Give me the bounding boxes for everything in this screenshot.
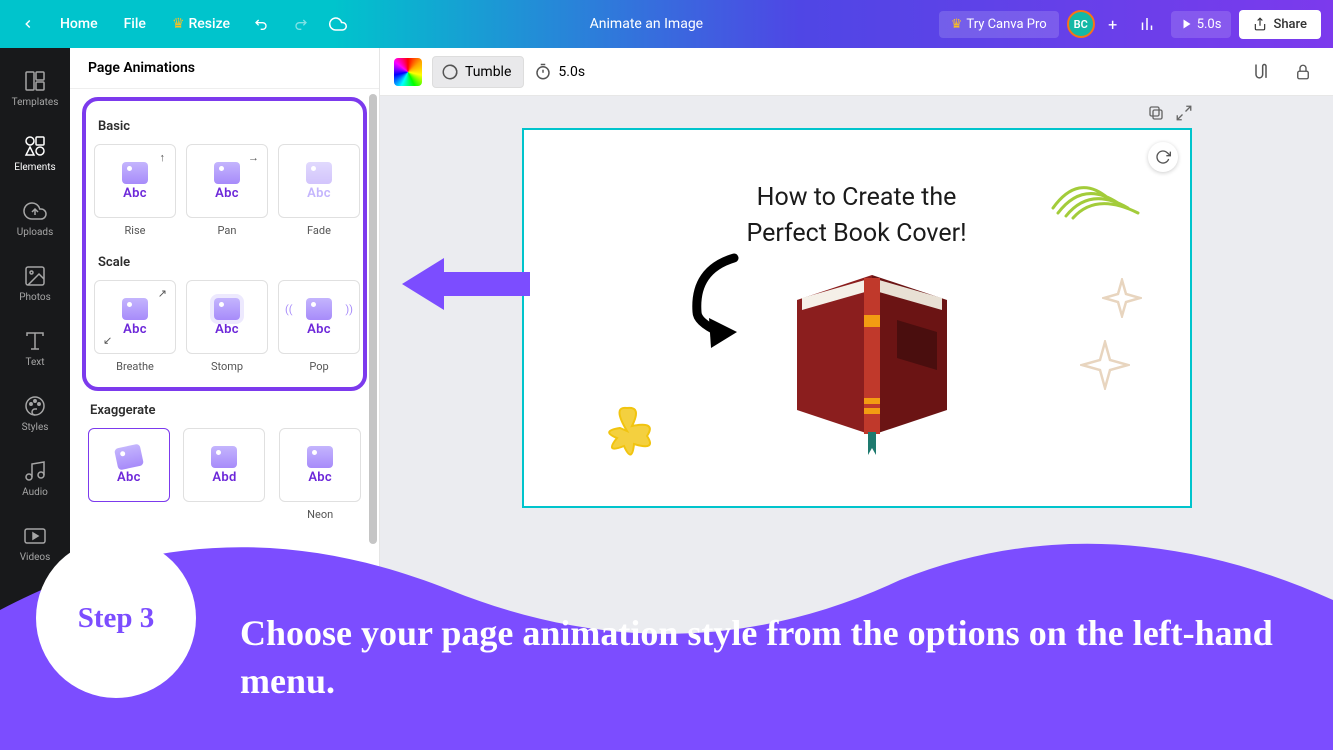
try-pro-label: Try Canva Pro — [966, 17, 1046, 32]
tutorial-arrow-icon — [402, 254, 532, 314]
rail-photos[interactable]: Photos — [0, 251, 70, 316]
animations-panel: Page Animations Basic Abc↑ Rise Abc→ Pan… — [70, 48, 380, 750]
flower-decoration — [592, 396, 662, 466]
category-exaggerate: Exaggerate — [90, 403, 359, 418]
rail-audio[interactable]: Audio — [0, 446, 70, 511]
file-label: File — [124, 16, 146, 32]
file-menu[interactable]: File — [114, 10, 156, 38]
expand-page-icon[interactable] — [1175, 104, 1193, 126]
animation-selector[interactable]: Tumble — [432, 56, 524, 88]
animation-tumble[interactable]: Abc Tumble — [86, 428, 172, 521]
top-toolbar: Home File ♛Resize Animate an Image ♛Try … — [0, 0, 1333, 48]
rail-label: Audio — [22, 487, 48, 498]
home-label: Home — [60, 16, 98, 32]
sparkle-icon — [1080, 340, 1130, 390]
crown-icon: ♛ — [172, 16, 185, 32]
color-picker-button[interactable] — [394, 58, 422, 86]
duplicate-page-icon[interactable] — [1147, 104, 1165, 126]
home-button[interactable]: Home — [50, 10, 108, 38]
left-rail: Templates Elements Uploads Photos Text S… — [0, 48, 70, 750]
animation-item[interactable]: Abd · — [182, 428, 268, 521]
rail-label: Photos — [19, 292, 51, 303]
duration-control[interactable]: 5.0s — [534, 63, 585, 81]
replay-animation-button[interactable] — [1148, 142, 1178, 172]
design-canvas[interactable]: How to Create the Perfect Book Cover! — [522, 128, 1192, 508]
cloud-sync-icon[interactable] — [322, 8, 354, 40]
book-illustration — [772, 260, 972, 460]
animation-name-label: Tumble — [465, 64, 511, 80]
rail-label: Videos — [20, 552, 51, 563]
rail-videos[interactable]: Videos — [0, 511, 70, 576]
redo-button[interactable] — [284, 8, 316, 40]
animation-rise[interactable]: Abc↑ Rise — [94, 144, 176, 237]
rail-label: Styles — [22, 422, 49, 433]
animation-pop[interactable]: (())Abc Pop — [278, 280, 360, 373]
styles-button[interactable] — [1245, 56, 1277, 88]
rail-elements[interactable]: Elements — [0, 121, 70, 186]
panel-title: Page Animations — [70, 48, 379, 89]
sparkle-icon — [1102, 278, 1142, 318]
document-title[interactable]: Animate an Image — [354, 16, 939, 32]
rail-label: Text — [25, 357, 44, 368]
curved-arrow-icon — [679, 250, 764, 350]
add-collaborator-button[interactable]: + — [1103, 14, 1123, 34]
lock-button[interactable] — [1287, 56, 1319, 88]
animation-neon[interactable]: Abc Neon — [277, 428, 363, 521]
insights-button[interactable] — [1131, 8, 1163, 40]
tutorial-highlight: Basic Abc↑ Rise Abc→ Pan Abc Fade Sc — [82, 97, 367, 391]
rail-label: Templates — [12, 97, 59, 108]
animation-stomp[interactable]: Abc Stomp — [186, 280, 268, 373]
rail-text[interactable]: Text — [0, 316, 70, 381]
try-pro-button[interactable]: ♛Try Canva Pro — [939, 11, 1059, 38]
rail-templates[interactable]: Templates — [0, 56, 70, 121]
back-button[interactable] — [12, 8, 44, 40]
share-label: Share — [1273, 17, 1307, 32]
canvas-area: How to Create the Perfect Book Cover! — [380, 96, 1333, 750]
undo-button[interactable] — [246, 8, 278, 40]
animation-breathe[interactable]: ↗Abc↙ Breathe — [94, 280, 176, 373]
share-button[interactable]: Share — [1239, 10, 1321, 39]
animation-fade[interactable]: Abc Fade — [278, 144, 360, 237]
context-toolbar: Tumble 5.0s — [380, 48, 1333, 96]
resize-label: Resize — [189, 16, 231, 32]
rail-label: Elements — [14, 162, 55, 173]
category-scale: Scale — [98, 255, 351, 270]
scribble-decoration — [1048, 168, 1148, 223]
user-avatar[interactable]: BC — [1067, 10, 1095, 38]
play-duration-label: 5.0s — [1197, 17, 1222, 32]
rail-styles[interactable]: Styles — [0, 381, 70, 446]
present-button[interactable]: 5.0s — [1171, 11, 1232, 38]
rail-label: Uploads — [17, 227, 53, 238]
canvas-heading: How to Create the Perfect Book Cover! — [642, 180, 1072, 253]
category-basic: Basic — [98, 119, 351, 134]
rail-uploads[interactable]: Uploads — [0, 186, 70, 251]
duration-label: 5.0s — [558, 64, 585, 80]
crown-icon: ♛ — [951, 17, 963, 32]
animation-pan[interactable]: Abc→ Pan — [186, 144, 268, 237]
page-tools — [1147, 104, 1193, 126]
resize-button[interactable]: ♛Resize — [162, 10, 240, 38]
